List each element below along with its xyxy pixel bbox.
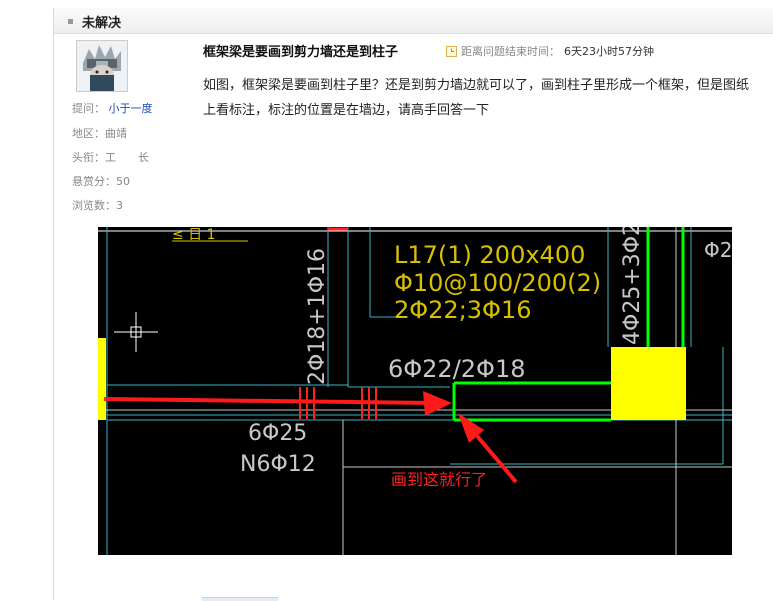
cad-beam-label-3: 2Φ22;3Φ16 [394,296,531,324]
cad-vertical-left: 2Φ18+1Φ16 [305,248,330,385]
next-section-tab [202,597,278,601]
status-header: 未解决 [54,8,773,34]
asker-row: 提问： 小于一度 [72,100,153,116]
cad-top-right-fragment: Φ2 [704,238,732,262]
countdown-label: 距离问题结束时间： [461,45,560,58]
avatar[interactable] [76,40,128,92]
cad-annotation: 画到这就行了 [391,470,487,489]
question-title: 框架梁是要画到剪力墙还是到柱子 [203,45,399,60]
cad-bottom-bars: 6Φ25 [248,421,307,446]
region-text: 地区：曲靖 [72,127,127,140]
cad-drawing-image: ≤ 日 1 L17(1) 200x400 Φ10@100/200(2) 2Φ22… [98,227,732,555]
cad-side-bars: N6Φ12 [240,452,316,477]
status-title: 未解决 [82,16,122,31]
countdown: 距离问题结束时间： 6天23小时57分钟 [446,43,654,59]
page-left-margin [0,0,53,600]
header-bullet [68,19,73,24]
content-border [53,8,54,600]
cad-beam-label-1: L17(1) 200x400 [394,241,585,269]
rank-text: 头衔：工 长 [72,151,149,164]
asker-label: 提问： [72,102,105,115]
cad-top-bars: 6Φ22/2Φ18 [388,355,525,383]
question-body: 如图，框架梁是要画到柱子里？还是到剪力墙边就可以了，画到柱子里形成一个框架，但是… [203,78,750,118]
cad-canvas: ≤ 日 1 L17(1) 200x400 Φ10@100/200(2) 2Φ22… [98,227,732,555]
clock-icon [446,45,457,57]
cad-vertical-right: 4Φ25+3Φ2 [620,227,645,345]
asker-name-link[interactable]: 小于一度 [109,102,153,115]
bounty-text: 悬赏分：50 [72,175,130,188]
countdown-value: 6天23小时57分钟 [564,45,654,58]
views-text: 浏览数：3 [72,199,123,212]
cad-beam-label-2: Φ10@100/200(2) [394,269,601,297]
